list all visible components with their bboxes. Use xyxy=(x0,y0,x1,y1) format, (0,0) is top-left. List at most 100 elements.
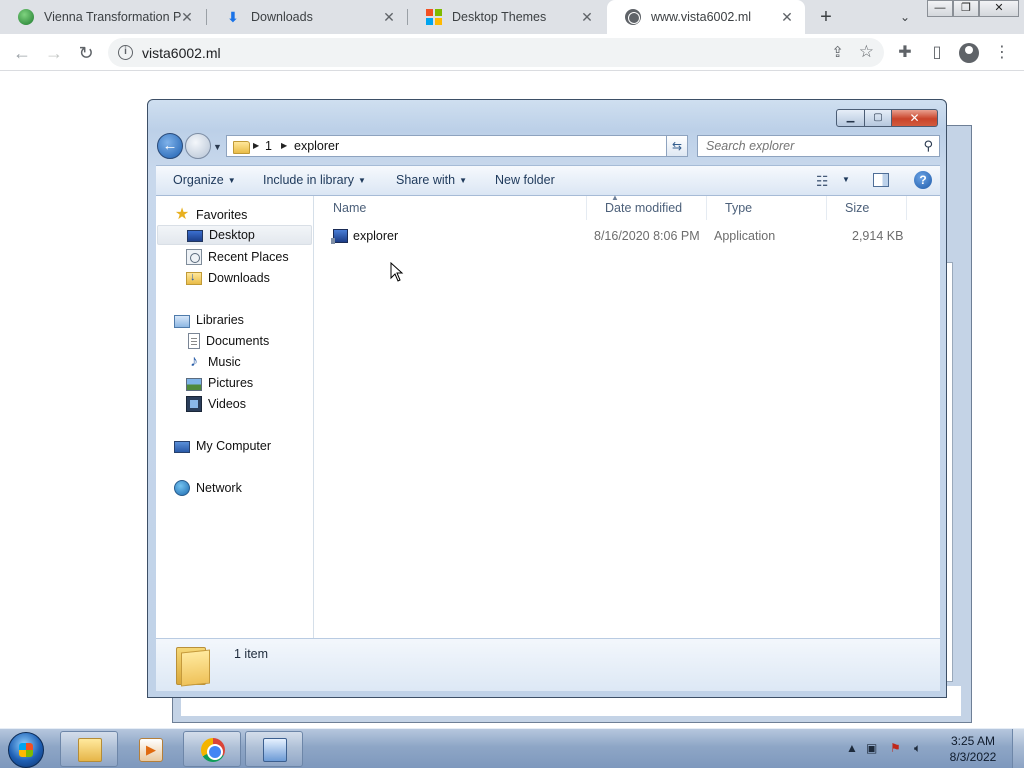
tab-close-icon[interactable]: ✕ xyxy=(381,9,397,25)
explorer-back-icon[interactable]: ← xyxy=(157,133,183,159)
organize-button[interactable]: Organize ▼ xyxy=(173,173,236,187)
preview-pane-icon[interactable] xyxy=(873,173,889,187)
more-menu-icon[interactable]: ⋮ xyxy=(991,42,1013,64)
tab-vista6002[interactable]: www.vista6002.ml ✕ xyxy=(607,0,805,34)
globe-icon xyxy=(625,9,641,25)
media-player-icon xyxy=(139,738,163,762)
breadcrumb-arrow-icon[interactable]: ▶ xyxy=(253,141,259,150)
search-input[interactable] xyxy=(698,136,908,156)
change-view-icon[interactable]: ☷ xyxy=(816,173,829,190)
tab-vienna-transformation[interactable]: Vienna Transformation Pa ✕ xyxy=(0,0,205,34)
nav-music[interactable]: ♪ Music xyxy=(186,352,241,372)
nav-downloads[interactable]: Downloads xyxy=(186,268,270,288)
favorites-star-icon: ★ xyxy=(174,206,190,223)
tab-title: Desktop Themes xyxy=(452,10,547,24)
tab-close-icon[interactable]: ✕ xyxy=(779,9,795,25)
browser-restore-icon[interactable]: ❐ xyxy=(953,0,979,17)
forward-arrow-icon[interactable]: → xyxy=(42,41,66,65)
tab-downloads[interactable]: ⬇ Downloads ✕ xyxy=(207,0,407,34)
nav-label: Network xyxy=(196,481,242,495)
folder-icon xyxy=(233,141,250,154)
column-size[interactable]: Size xyxy=(827,196,907,220)
start-orb-icon[interactable] xyxy=(8,732,44,768)
nav-libraries[interactable]: Libraries xyxy=(174,310,244,330)
view-dropdown-icon[interactable]: ▼ xyxy=(842,175,850,184)
browser-close-icon[interactable]: ✕ xyxy=(979,0,1019,17)
recent-places-icon xyxy=(186,249,202,265)
minimize-icon[interactable]: ▁ xyxy=(836,109,865,127)
share-with-label: Share with xyxy=(396,173,456,187)
tab-close-icon[interactable]: ✕ xyxy=(179,9,195,25)
search-box[interactable]: ⚲ xyxy=(697,135,940,157)
file-row[interactable]: explorer 8/16/2020 8:06 PM Application 2… xyxy=(315,226,915,248)
breadcrumb-item[interactable]: explorer xyxy=(294,139,339,153)
nav-desktop[interactable]: Desktop xyxy=(157,225,312,245)
green-globe-icon xyxy=(18,9,34,25)
recent-pages-dropdown-icon[interactable]: ▼ xyxy=(213,142,222,152)
tab-search-chevron-icon[interactable]: ⌄ xyxy=(895,7,915,27)
music-note-icon: ♪ xyxy=(190,353,198,370)
nav-label: Music xyxy=(208,355,241,369)
tab-close-icon[interactable]: ✕ xyxy=(579,9,595,25)
include-in-library-button[interactable]: Include in library ▼ xyxy=(263,173,366,187)
taskbar-explorer-button[interactable] xyxy=(60,731,118,767)
action-center-icon[interactable]: ⚑ xyxy=(890,741,901,755)
folder-icon xyxy=(78,738,102,762)
taskbar-chrome-button[interactable] xyxy=(183,731,241,767)
new-tab-icon[interactable]: + xyxy=(815,6,837,28)
file-type: Application xyxy=(714,229,776,243)
navigation-pane: ★ Favorites Desktop Recent Places Downloa… xyxy=(156,196,314,638)
profile-avatar-icon[interactable] xyxy=(959,43,979,63)
help-icon[interactable]: ? xyxy=(914,171,932,189)
breadcrumb-arrow-icon[interactable]: ▶ xyxy=(281,141,287,150)
tab-desktop-themes[interactable]: Desktop Themes ✕ xyxy=(408,0,605,34)
network-tray-icon[interactable]: ▣ xyxy=(866,741,877,755)
side-panel-icon[interactable]: ▯ xyxy=(926,42,948,64)
nav-label: Desktop xyxy=(209,228,255,242)
close-icon[interactable]: ✕ xyxy=(892,109,938,127)
show-desktop-button[interactable] xyxy=(1012,729,1024,768)
taskbar-control-panel-button[interactable] xyxy=(245,731,303,767)
maximize-icon[interactable]: ▢ xyxy=(865,109,892,127)
chrome-icon xyxy=(201,738,225,762)
share-icon[interactable]: ⇪ xyxy=(831,43,844,61)
taskbar-media-player-button[interactable] xyxy=(121,731,179,767)
column-name[interactable]: Name xyxy=(315,196,587,220)
network-icon xyxy=(174,480,190,496)
reload-icon[interactable]: ↻ xyxy=(74,41,98,65)
nav-network[interactable]: Network xyxy=(174,478,242,498)
url-text[interactable]: vista6002.ml xyxy=(142,45,221,61)
column-header: ▲ Name Date modified Type Size xyxy=(315,193,940,220)
bookmark-star-icon[interactable]: ☆ xyxy=(859,42,874,62)
file-name[interactable]: explorer xyxy=(353,229,398,243)
nav-recent-places[interactable]: Recent Places xyxy=(186,247,289,267)
browser-tabstrip: Vienna Transformation Pa ✕ ⬇ Downloads ✕… xyxy=(0,0,1024,34)
extensions-puzzle-icon[interactable]: ✚ xyxy=(894,42,916,64)
share-with-button[interactable]: Share with ▼ xyxy=(396,173,467,187)
search-icon[interactable]: ⚲ xyxy=(923,138,933,154)
site-info-icon[interactable]: i xyxy=(118,45,133,60)
column-date-modified[interactable]: Date modified xyxy=(587,196,707,220)
refresh-icon[interactable]: ⇆ xyxy=(666,135,688,157)
nav-pictures[interactable]: Pictures xyxy=(186,373,253,393)
explorer-address-bar[interactable]: ▶ 1 ▶ explorer ▼ xyxy=(226,135,688,157)
explorer-window: ▁ ▢ ✕ ← ▼ ▶ 1 ▶ explorer ▼ ⇆ ⚲ Organize▼… xyxy=(147,99,947,698)
nav-documents[interactable]: Documents xyxy=(186,331,269,351)
column-type[interactable]: Type xyxy=(707,196,827,220)
address-bar[interactable]: i vista6002.ml ⇪ ☆ xyxy=(108,38,884,67)
volume-icon[interactable]: 🔈︎ xyxy=(914,741,921,756)
breadcrumb-item[interactable]: 1 xyxy=(265,139,272,153)
pictures-icon xyxy=(186,377,202,391)
explorer-forward-icon[interactable] xyxy=(185,133,211,159)
clock[interactable]: 3:25 AM 8/3/2022 xyxy=(940,733,1006,765)
nav-favorites[interactable]: ★ Favorites xyxy=(174,205,248,225)
nav-label: Videos xyxy=(208,397,246,411)
back-arrow-icon[interactable]: ← xyxy=(10,41,34,65)
browser-minimize-icon[interactable]: — xyxy=(927,0,953,17)
caption-buttons: ▁ ▢ ✕ xyxy=(836,109,938,127)
nav-my-computer[interactable]: My Computer xyxy=(174,436,271,456)
show-hidden-icons-icon[interactable]: ▲ xyxy=(846,741,858,755)
nav-videos[interactable]: Videos xyxy=(186,394,246,414)
new-folder-button[interactable]: New folder xyxy=(495,173,555,187)
folder-large-icon xyxy=(176,645,210,687)
